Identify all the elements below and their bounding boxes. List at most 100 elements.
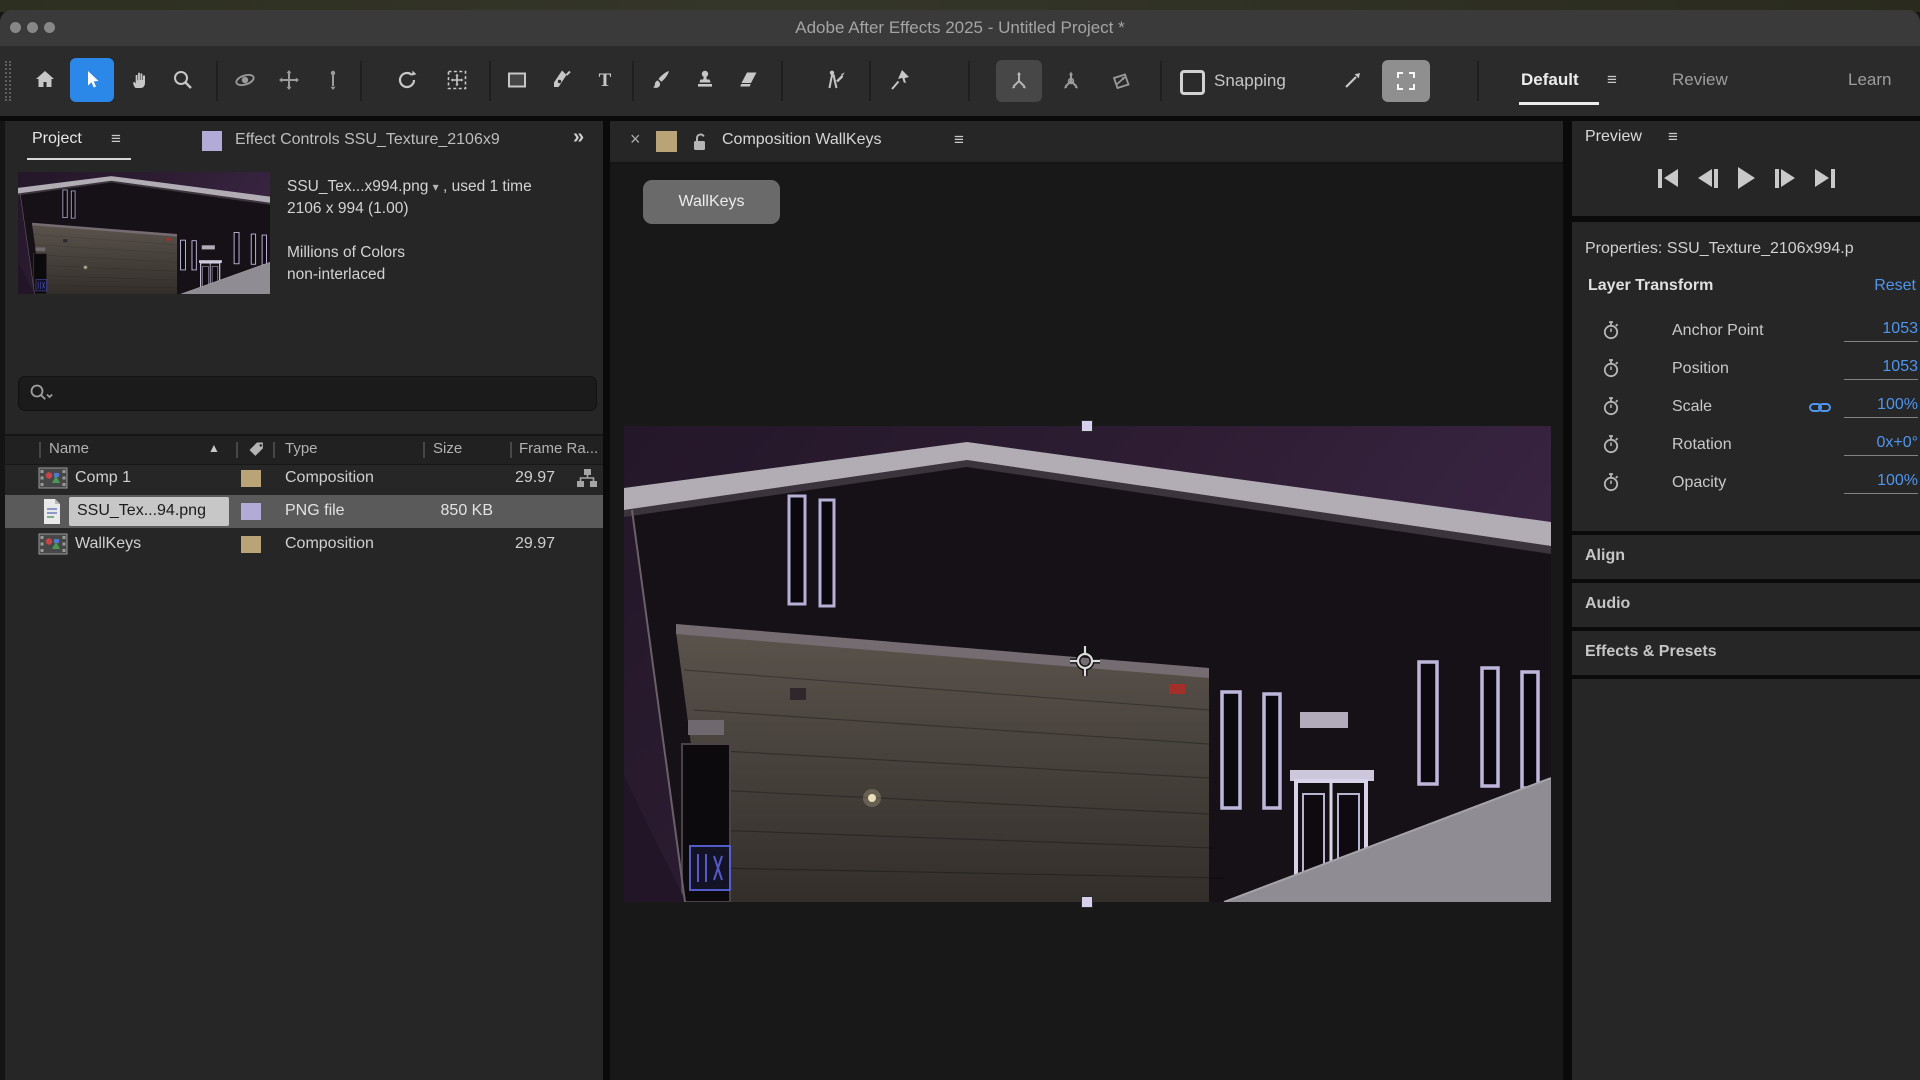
- world-axis-mode-button[interactable]: [1048, 60, 1094, 102]
- dolly-camera-tool-button[interactable]: [314, 58, 352, 102]
- home-tool-button[interactable]: [26, 58, 64, 102]
- orbit-camera-tool-button[interactable]: [226, 58, 264, 102]
- reset-button[interactable]: Reset: [1874, 277, 1916, 295]
- row-name[interactable]: WallKeys: [75, 535, 141, 553]
- puppet-pin-tool-button[interactable]: [880, 58, 920, 102]
- layer-transform-group[interactable]: Layer Transform: [1588, 277, 1713, 295]
- tab-composition-wallkeys[interactable]: Composition WallKeys: [722, 131, 881, 149]
- property-value[interactable]: 100%: [1844, 396, 1918, 418]
- previous-frame-button[interactable]: [1698, 165, 1718, 191]
- tab-project[interactable]: Project: [32, 130, 82, 148]
- dropdown-icon[interactable]: ▾: [433, 180, 439, 194]
- project-search-field[interactable]: [18, 376, 597, 411]
- row-label-swatch[interactable]: [241, 536, 261, 553]
- project-panel-menu-icon[interactable]: ≡: [111, 129, 121, 149]
- play-button[interactable]: [1738, 165, 1755, 191]
- expand-view-button[interactable]: [1382, 60, 1430, 102]
- pan-behind-tool-button[interactable]: [438, 58, 476, 102]
- last-frame-button[interactable]: [1815, 165, 1835, 191]
- properties-panel-title[interactable]: Properties: SSU_Texture_2106x994.p: [1585, 240, 1920, 258]
- hand-tool-button[interactable]: [122, 58, 160, 102]
- workspace-tab-learn[interactable]: Learn: [1848, 70, 1891, 90]
- composition-mini-flowchart-button[interactable]: WallKeys: [643, 180, 780, 224]
- property-value[interactable]: 100%: [1844, 472, 1918, 494]
- column-divider[interactable]: [236, 442, 238, 458]
- panel-audio[interactable]: Audio: [1572, 583, 1920, 627]
- roto-brush-tool-button[interactable]: [814, 58, 858, 102]
- pen-tool-button[interactable]: [542, 58, 580, 102]
- row-label-swatch[interactable]: [241, 503, 261, 520]
- panel-effects-presets[interactable]: Effects & Presets: [1572, 631, 1920, 675]
- property-value[interactable]: 1053: [1844, 320, 1918, 342]
- tab-effect-controls[interactable]: Effect Controls SSU_Texture_2106x9: [235, 131, 563, 149]
- row-label-swatch[interactable]: [241, 470, 261, 487]
- snapping-checkbox[interactable]: [1180, 70, 1205, 95]
- property-value[interactable]: 1053: [1844, 358, 1918, 380]
- column-type[interactable]: Type: [285, 440, 318, 457]
- local-axis-mode-button[interactable]: [996, 60, 1042, 102]
- property-label[interactable]: Rotation: [1672, 436, 1732, 454]
- zoom-tool-button[interactable]: [164, 58, 202, 102]
- workspace-tab-default[interactable]: Default: [1521, 70, 1579, 90]
- workspace-menu-icon[interactable]: ≡: [1607, 70, 1617, 90]
- column-size[interactable]: Size: [433, 440, 462, 457]
- snap-options-button[interactable]: [1334, 58, 1372, 102]
- column-divider[interactable]: [510, 442, 512, 458]
- stopwatch-icon[interactable]: [1600, 357, 1622, 381]
- property-label[interactable]: Position: [1672, 360, 1729, 378]
- property-label[interactable]: Scale: [1672, 398, 1712, 416]
- property-value[interactable]: 0x+0°: [1844, 434, 1918, 456]
- property-label[interactable]: Opacity: [1672, 474, 1726, 492]
- composition-label-swatch[interactable]: [656, 131, 677, 152]
- column-frame-rate[interactable]: Frame Ra...: [519, 440, 598, 457]
- workspace-tab-review[interactable]: Review: [1672, 70, 1728, 90]
- toolbar-grip[interactable]: [5, 61, 11, 101]
- eraser-tool-button[interactable]: [730, 58, 768, 102]
- brush-tool-button[interactable]: [642, 58, 680, 102]
- table-row-comp1[interactable]: Comp 1 Composition 29.97: [5, 462, 608, 495]
- sort-ascending-icon[interactable]: ▲: [208, 441, 220, 455]
- close-tab-icon[interactable]: ×: [630, 129, 641, 150]
- property-label[interactable]: Anchor Point: [1672, 322, 1764, 340]
- column-name[interactable]: Name: [49, 440, 89, 457]
- composition-panel-menu-icon[interactable]: ≡: [954, 130, 964, 150]
- rectangle-tool-button[interactable]: [498, 58, 536, 102]
- selection-tool-button[interactable]: [70, 58, 114, 102]
- panel-divider[interactable]: [1563, 121, 1572, 1080]
- stopwatch-icon[interactable]: [1600, 471, 1622, 495]
- rotation-tool-button[interactable]: [388, 58, 426, 102]
- stopwatch-icon[interactable]: [1600, 433, 1622, 457]
- flowchart-icon[interactable]: [575, 467, 599, 491]
- column-divider[interactable]: [273, 442, 275, 458]
- stopwatch-icon[interactable]: [1600, 319, 1622, 343]
- row-frame-rate: 29.97: [515, 469, 555, 487]
- column-divider[interactable]: [39, 442, 41, 458]
- unlock-icon[interactable]: [689, 131, 711, 153]
- pan-camera-tool-button[interactable]: [270, 58, 308, 102]
- layer-handle-top[interactable]: [1081, 420, 1093, 432]
- row-name-cell-selected[interactable]: SSU_Tex...94.png: [69, 497, 229, 526]
- table-row-wallkeys[interactable]: WallKeys Composition 29.97: [5, 528, 608, 561]
- table-row-ssu-texture[interactable]: SSU_Tex...94.png PNG file 850 KB: [5, 495, 608, 528]
- first-frame-button[interactable]: [1658, 165, 1678, 191]
- view-axis-mode-button[interactable]: [1098, 60, 1144, 102]
- label-color-column-icon[interactable]: [247, 440, 267, 460]
- column-divider[interactable]: [423, 442, 425, 458]
- next-frame-button[interactable]: [1775, 165, 1795, 191]
- row-name[interactable]: Comp 1: [75, 469, 131, 487]
- clone-stamp-tool-button[interactable]: [686, 58, 724, 102]
- link-dimensions-icon[interactable]: [1808, 398, 1832, 416]
- panel-overflow-icon[interactable]: »: [573, 126, 584, 149]
- footage-filename[interactable]: SSU_Tex...x994.png: [287, 178, 428, 195]
- tab-preview[interactable]: Preview: [1585, 128, 1642, 146]
- anchor-point-icon[interactable]: [1069, 645, 1101, 677]
- layer-handle-bottom[interactable]: [1081, 896, 1093, 908]
- type-tool-button[interactable]: T: [586, 58, 624, 102]
- bar: [1775, 169, 1779, 188]
- toolbar-separator: [781, 61, 783, 101]
- panel-align[interactable]: Align: [1572, 535, 1920, 579]
- stopwatch-icon[interactable]: [1600, 395, 1622, 419]
- preview-panel-menu-icon[interactable]: ≡: [1668, 127, 1678, 147]
- row-name[interactable]: SSU_Tex...94.png: [77, 502, 206, 520]
- panel-divider[interactable]: [603, 121, 610, 1080]
